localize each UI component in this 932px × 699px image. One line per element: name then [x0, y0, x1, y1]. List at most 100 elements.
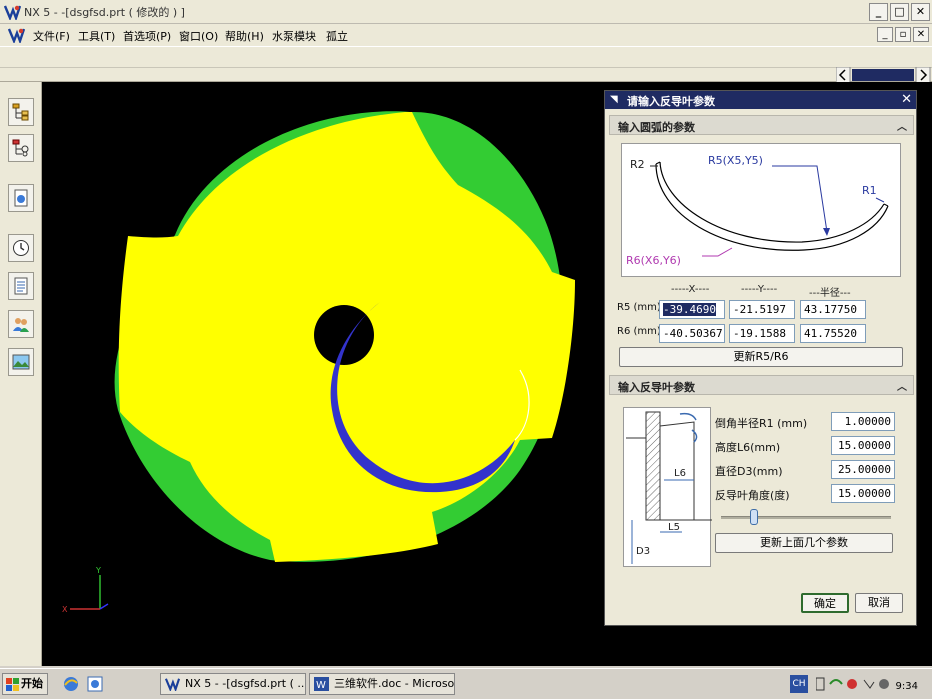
- menu-tools[interactable]: 工具(T): [78, 28, 115, 44]
- clock-icon: [13, 240, 29, 256]
- param-field-diameter[interactable]: 25.00000: [831, 460, 895, 479]
- history-button[interactable]: [8, 184, 34, 212]
- param-field-height[interactable]: 15.00000: [831, 436, 895, 455]
- param-label-angle: 反导叶角度(度): [715, 489, 790, 502]
- clock: 9:34: [895, 681, 918, 692]
- start-label: 开始: [21, 677, 43, 690]
- list-document-icon: [14, 277, 28, 295]
- fig-label-r5: R5(X5,Y5): [708, 154, 763, 167]
- document-globe-icon: [14, 189, 28, 207]
- fig-label-l6: L6: [674, 468, 686, 479]
- language-indicator[interactable]: CH: [790, 675, 808, 693]
- param-field-chamfer[interactable]: 1.00000: [831, 412, 895, 431]
- fig-label-l5: L5: [668, 522, 680, 533]
- toolbar-scroll-control[interactable]: [836, 67, 932, 83]
- menu-bar: 文件(F) 工具(T) 首选项(P) 窗口(O) 帮助(H) 水泵模块 孤立: [0, 24, 932, 46]
- pin-icon[interactable]: ◥: [610, 94, 622, 106]
- mdi-restore-button[interactable]: ▫: [895, 27, 911, 42]
- menu-pump-module[interactable]: 水泵模块: [272, 28, 316, 44]
- resource-bar: [0, 82, 42, 666]
- fig-label-r1: R1: [862, 184, 877, 197]
- list-button[interactable]: [8, 272, 34, 300]
- menu-help[interactable]: 帮助(H): [225, 28, 264, 44]
- triad-x-label: X: [62, 605, 68, 614]
- section-arc-params-title: 输入圆弧的参数: [618, 121, 695, 134]
- blade-params-dialog: ◥ 请输入反导叶参数 ✕ 输入圆弧的参数 ︿ R2 R5(X5,Y5) R1 R…: [604, 90, 917, 626]
- dialog-title: 请输入反导叶参数: [627, 95, 715, 108]
- tray-icons[interactable]: [816, 676, 896, 692]
- menu-file[interactable]: 文件(F): [33, 28, 70, 44]
- assembly-navigator-button[interactable]: [8, 98, 34, 126]
- users-icon: [13, 318, 29, 332]
- r6-x-field[interactable]: -40.50367: [659, 324, 725, 343]
- dialog-close-icon[interactable]: ✕: [901, 92, 912, 107]
- quicklaunch-icon[interactable]: [86, 675, 104, 693]
- fig-label-r2: R2: [630, 158, 645, 171]
- update-r5r6-button[interactable]: 更新R5/R6: [619, 347, 903, 367]
- mdi-minimize-button[interactable]: _: [877, 27, 893, 42]
- section-arc-params-header[interactable]: 输入圆弧的参数 ︿: [609, 115, 914, 135]
- close-button[interactable]: ✕: [911, 3, 930, 21]
- column-radius-header: ---半径---: [809, 288, 851, 299]
- system-tray: CH 9:34: [784, 673, 930, 695]
- maximize-button[interactable]: □: [890, 3, 909, 21]
- task-word-label: 三维软件.doc - Microso...: [334, 677, 455, 690]
- column-x-header: -----X----: [671, 284, 710, 295]
- menu-isolate[interactable]: 孤立: [326, 28, 348, 44]
- collapse-chevron-icon[interactable]: ︿: [895, 118, 909, 133]
- menu-window[interactable]: 窗口(O): [179, 28, 218, 44]
- window-title: NX 5 - -[dsgfsd.prt ( 修改的 ) ]: [24, 6, 185, 19]
- r5-row-label: R5 (mm): [617, 302, 661, 313]
- r6-radius-field[interactable]: 41.75520: [800, 324, 866, 343]
- palette-button[interactable]: [8, 348, 34, 376]
- fig-label-r6: R6(X6,Y6): [626, 254, 681, 267]
- param-field-angle[interactable]: 15.00000: [831, 484, 895, 503]
- update-params-button[interactable]: 更新上面几个参数: [715, 533, 893, 553]
- part-navigator-button[interactable]: [8, 134, 34, 162]
- browser-icon[interactable]: [62, 675, 80, 693]
- menu-preferences[interactable]: 首选项(P): [123, 28, 171, 44]
- arc-diagram: R2 R5(X5,Y5) R1 R6(X6,Y6): [621, 143, 901, 277]
- hub-hole: [314, 305, 374, 365]
- param-label-height: 高度L6(mm): [715, 441, 781, 454]
- column-y-header: -----Y----: [741, 284, 778, 295]
- r5-y-field[interactable]: -21.5197: [729, 300, 795, 319]
- angle-slider-thumb[interactable]: [750, 509, 758, 525]
- task-nx-label: NX 5 - -[dsgfsd.prt ( ...: [185, 677, 306, 690]
- roles-button[interactable]: [8, 310, 34, 338]
- ok-button[interactable]: 确定: [801, 593, 849, 613]
- fig-label-d3: D3: [636, 546, 650, 557]
- cancel-button[interactable]: 取消: [855, 593, 903, 613]
- nx-logo-icon: [165, 678, 180, 691]
- r5-radius-field[interactable]: 43.17750: [800, 300, 866, 319]
- title-bar: NX 5 - -[dsgfsd.prt ( 修改的 ) ] _ □ ✕: [0, 0, 932, 24]
- clock-button[interactable]: [8, 234, 34, 262]
- angle-slider-track[interactable]: [721, 516, 891, 519]
- taskbar: 开始 NX 5 - -[dsgfsd.prt ( ... W 三维软件.doc …: [0, 668, 932, 699]
- task-nx[interactable]: NX 5 - -[dsgfsd.prt ( ...: [160, 673, 306, 695]
- r6-y-field[interactable]: -19.1588: [729, 324, 795, 343]
- word-document-icon: W: [314, 677, 329, 691]
- start-button[interactable]: 开始: [2, 673, 48, 695]
- collapse-chevron-icon[interactable]: ︿: [895, 378, 909, 393]
- toolbar-separator: [0, 67, 932, 68]
- svg-text:W: W: [316, 680, 326, 691]
- minimize-button[interactable]: _: [869, 3, 888, 21]
- task-word[interactable]: W 三维软件.doc - Microso...: [309, 673, 455, 695]
- triad-y-label: Y: [95, 566, 101, 575]
- nx-document-icon[interactable]: [8, 27, 25, 43]
- part-tree-icon: [12, 139, 29, 157]
- windows-logo-icon: [6, 678, 19, 691]
- assembly-tree-icon: [12, 103, 29, 121]
- param-label-diameter: 直径D3(mm): [715, 465, 783, 478]
- blade-section-diagram: L6 L5 D3: [623, 407, 712, 567]
- r6-row-label: R6 (mm): [617, 326, 661, 337]
- r5-x-field[interactable]: -39.4690: [659, 300, 725, 319]
- param-label-chamfer: 倒角半径R1 (mm): [715, 417, 808, 430]
- mdi-close-button[interactable]: ✕: [913, 27, 929, 42]
- toolbar-area: [0, 46, 932, 82]
- landscape-image-icon: [12, 354, 30, 370]
- section-blade-params-title: 输入反导叶参数: [618, 381, 695, 394]
- section-blade-params-header[interactable]: 输入反导叶参数 ︿: [609, 375, 914, 395]
- dialog-title-bar[interactable]: ◥ 请输入反导叶参数 ✕: [605, 91, 916, 109]
